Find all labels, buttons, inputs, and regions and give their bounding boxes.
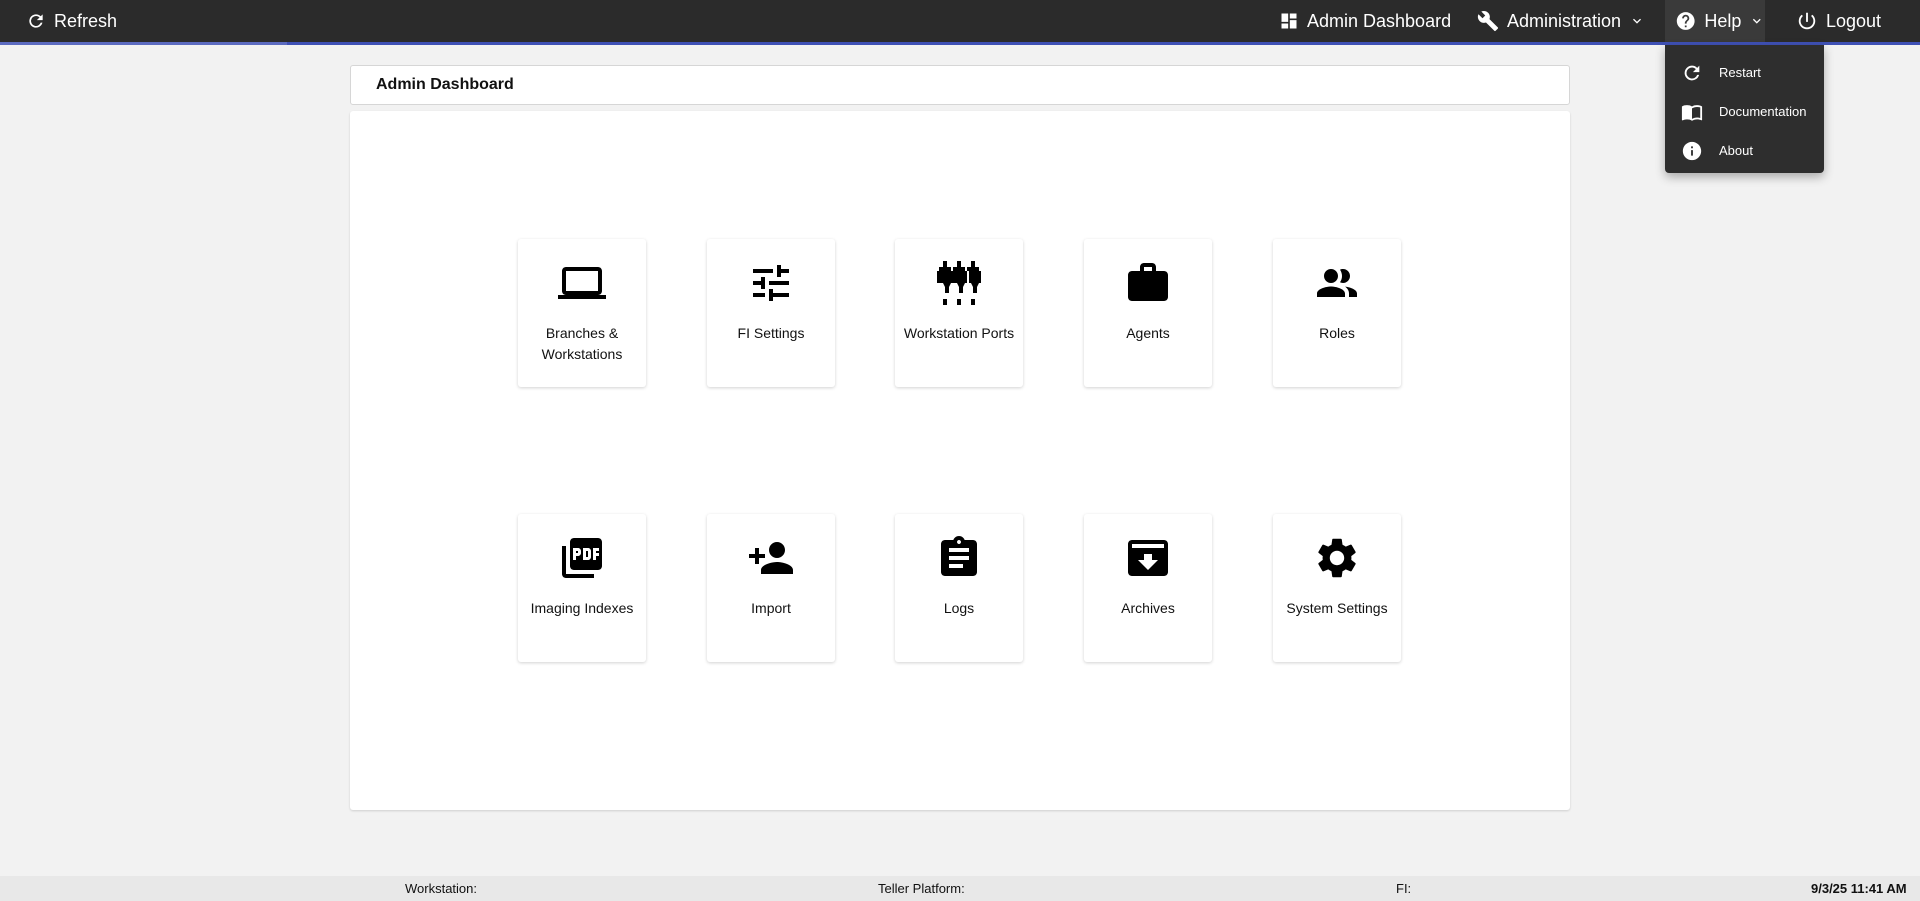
tile-archives[interactable]: Archives	[1084, 514, 1212, 662]
logout-button[interactable]: Logout	[1796, 0, 1881, 42]
book-icon	[1681, 104, 1703, 121]
tile-logs[interactable]: Logs	[895, 514, 1023, 662]
briefcase-icon	[1124, 259, 1172, 307]
help-menu-button[interactable]: Help	[1665, 0, 1765, 42]
sliders-icon	[747, 259, 795, 307]
people-icon	[1313, 259, 1361, 307]
refresh-label: Refresh	[54, 10, 118, 31]
top-nav-bar: Refresh Admin Dashboard Administration H…	[0, 0, 1920, 45]
page-title-card: Admin Dashboard	[350, 65, 1570, 105]
refresh-icon	[29, 14, 43, 28]
page-title: Admin Dashboard	[376, 76, 514, 93]
tile-roles[interactable]: Roles	[1273, 239, 1401, 387]
tile-label: Import	[751, 600, 791, 616]
refresh-button[interactable]: Refresh	[26, 0, 117, 42]
person-add-icon	[747, 534, 795, 582]
menu-item-label: Restart	[1719, 65, 1761, 80]
tile-import[interactable]: Import	[707, 514, 835, 662]
restart-icon	[1684, 65, 1700, 80]
dashboard-icon	[1281, 13, 1297, 29]
menu-item-documentation[interactable]: Documentation	[1665, 92, 1824, 131]
clipboard-icon	[935, 534, 983, 582]
tile-label: Archives	[1121, 600, 1175, 616]
workstation-label: Workstation:	[405, 881, 478, 896]
help-label: Help	[1704, 10, 1742, 31]
info-icon	[1682, 141, 1702, 160]
wrench-icon	[1477, 11, 1499, 32]
chevron-down-icon	[1753, 18, 1762, 24]
tile-label: Logs	[943, 600, 975, 616]
tile-workstation-ports[interactable]: Workstation Ports	[895, 239, 1023, 387]
laptop-icon	[558, 259, 606, 307]
administration-menu-button[interactable]: Administration	[1477, 0, 1645, 42]
admin-dashboard-label: Admin Dashboard	[1307, 10, 1452, 31]
menu-item-about[interactable]: About	[1665, 131, 1824, 170]
pdf-icon	[558, 534, 606, 582]
tile-label: FI Settings	[737, 325, 805, 341]
help-dropdown-menu: Restart Documentation About	[1665, 45, 1824, 173]
tile-label: Workstation Ports	[903, 325, 1015, 341]
tile-label: Agents	[1126, 325, 1170, 341]
fi-label: FI:	[1396, 881, 1412, 896]
tile-agents[interactable]: Agents	[1084, 239, 1212, 387]
tile-label: System Settings	[1286, 600, 1388, 616]
menu-item-label: About	[1719, 143, 1753, 158]
archive-icon	[1124, 534, 1172, 582]
administration-label: Administration	[1507, 10, 1622, 31]
accent-line	[0, 42, 1920, 45]
tile-label: Imaging Indexes	[530, 600, 634, 616]
power-icon	[1798, 12, 1816, 30]
tile-imaging-indexes[interactable]: Imaging Indexes	[518, 514, 646, 662]
tile-fi-settings[interactable]: FI Settings	[707, 239, 835, 387]
teller-platform-label: Teller Platform:	[878, 881, 965, 896]
help-icon	[1676, 12, 1695, 30]
chevron-down-icon	[1633, 18, 1642, 24]
tile-system-settings[interactable]: System Settings	[1273, 514, 1401, 662]
tile-label: Branches & Workstations	[541, 325, 623, 362]
tile-branches-workstations[interactable]: Branches & Workstations	[518, 239, 646, 387]
menu-item-label: Documentation	[1719, 104, 1807, 119]
dashboard-panel: Branches & Workstations FI Settings Work…	[350, 111, 1570, 810]
gear-icon	[1313, 534, 1361, 582]
top-progress-bar	[0, 42, 287, 45]
tile-label: Roles	[1319, 325, 1355, 341]
menu-item-restart[interactable]: Restart	[1665, 53, 1824, 92]
ports-icon	[935, 259, 983, 307]
logout-label: Logout	[1826, 10, 1882, 31]
datetime-display: 9/3/25 11:41 AM	[1811, 881, 1907, 896]
admin-dashboard-button[interactable]: Admin Dashboard	[1279, 0, 1451, 42]
status-bar: Workstation: Teller Platform: FI: 9/3/25…	[0, 876, 1920, 901]
